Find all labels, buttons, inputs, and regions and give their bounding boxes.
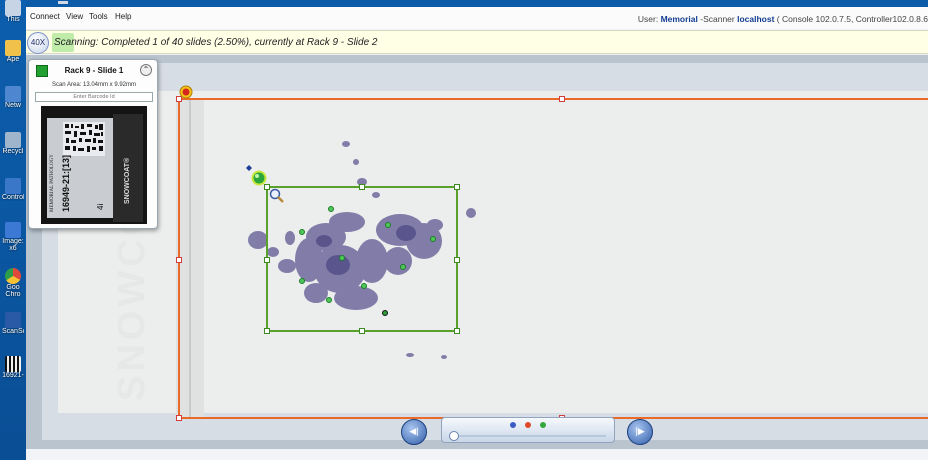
focus-point[interactable]: [430, 236, 436, 242]
scan-area-handle-w[interactable]: [176, 257, 182, 263]
nav-dot-blue[interactable]: [510, 422, 516, 428]
network-icon: [5, 86, 21, 102]
desktop-icon-label: Ape: [6, 56, 20, 63]
slide-navigator[interactable]: [441, 417, 615, 443]
menu-connect[interactable]: Connect: [30, 12, 60, 21]
slide-status-indicator: [36, 65, 48, 77]
focus-point[interactable]: [299, 278, 305, 284]
title-bar: [26, 0, 928, 7]
menu-bar: Connect View Tools Help User: Memorial -…: [26, 7, 928, 29]
label-2d-barcode: [63, 122, 105, 156]
slide-label-image: MEMORIAL PATHOLOGY 16949-21:[13] 4i SNOW…: [41, 106, 147, 224]
menu-view[interactable]: View: [66, 12, 83, 21]
roi-handle-ne[interactable]: [454, 184, 460, 190]
desktop-icon-scansc[interactable]: ScanSc: [2, 312, 24, 335]
previous-slide-button[interactable]: ◀|: [401, 419, 427, 445]
desktop-icon-chrome[interactable]: Goo Chro: [2, 268, 24, 298]
control-panel-icon: [5, 178, 21, 194]
scan-status-message: Scanning: Completed 1 of 40 slides (2.50…: [54, 37, 378, 48]
desktop-icon-label: ScanSc: [2, 328, 24, 335]
roi-handle-e[interactable]: [454, 257, 460, 263]
desktop-icon-network[interactable]: Netw: [2, 86, 24, 109]
magnifier-handle: [277, 196, 284, 203]
roi-handle-w[interactable]: [264, 257, 270, 263]
roi-anchor-ball: [251, 170, 267, 186]
connection-info: User: Memorial -Scanner localhost ( Cons…: [638, 14, 928, 24]
console-version: ( Console 102.0.7.5,: [774, 14, 856, 24]
desktop-icon-label: Image:: [2, 238, 24, 245]
roi-anchor-diamond: [246, 165, 252, 171]
label-brand: SNOWCOAT®: [123, 157, 131, 204]
bottom-status-strip: [26, 449, 928, 460]
focus-point[interactable]: [400, 264, 406, 270]
slide-info-card: Rack 9 - Slide 1 ⌃ Scan Area: 13.04mm x …: [28, 59, 158, 229]
desktop-icon-label: Control: [2, 194, 24, 201]
roi-handle-sw[interactable]: [264, 328, 270, 334]
desktop-icon-label: Netw: [5, 102, 21, 109]
focus-point[interactable]: [326, 297, 332, 303]
desktop-icon-file[interactable]: 16921-: [2, 356, 24, 379]
label-line-1: MEMORIAL PATHOLOGY: [50, 154, 55, 212]
desktop-icon-ape[interactable]: Ape: [2, 40, 24, 63]
roi-handle-s[interactable]: [359, 328, 365, 334]
user-prefix: User:: [637, 14, 661, 24]
desktop-icon-label: Recycl: [2, 148, 24, 155]
chrome-icon: [5, 268, 21, 284]
magnifier-icon[interactable]: [268, 187, 286, 205]
roi-handle-se[interactable]: [454, 328, 460, 334]
desktop-strip: This Ape Netw Recycl Control Image: x6 G…: [0, 0, 26, 460]
desktop-icon-label: Goo: [6, 284, 20, 291]
slide-slider-track[interactable]: [456, 435, 606, 437]
scanner-app-window: Connect View Tools Help User: Memorial -…: [26, 0, 928, 460]
slide-viewer[interactable]: SNOWCO: [26, 55, 928, 460]
scan-area-dimensions: Scan Area: 13.04mm x 9.92mm: [51, 82, 137, 88]
origin-marker-icon[interactable]: [178, 84, 194, 100]
focus-point[interactable]: [361, 283, 367, 289]
recycle-bin-icon: [5, 132, 21, 148]
nav-dot-green[interactable]: [540, 422, 546, 428]
focus-point[interactable]: [385, 222, 391, 228]
menu-tools[interactable]: Tools: [89, 12, 108, 21]
slide-label-photo: MEMORIAL PATHOLOGY 16949-21:[13] 4i SNOW…: [41, 106, 147, 224]
roi-handle-n[interactable]: [359, 184, 365, 190]
focus-point[interactable]: [328, 206, 334, 212]
desktop-icon-image[interactable]: Image: x6: [2, 222, 24, 252]
label-line-2: 16949-21:[13]: [61, 155, 71, 212]
desktop-icon-recycle[interactable]: Recycl: [2, 132, 24, 155]
desktop-icon-label: x6: [9, 245, 17, 252]
desktop-icon-label: Chro: [5, 291, 21, 298]
desktop-icon-label: This: [6, 16, 20, 23]
nav-dot-red[interactable]: [525, 422, 531, 428]
title-bar-mark: [58, 1, 68, 4]
image-app-icon: [5, 222, 21, 238]
status-bar: 40X Scanning: Completed 1 of 40 slides (…: [26, 30, 928, 54]
focus-point-selected[interactable]: [382, 310, 388, 316]
focus-point[interactable]: [339, 255, 345, 261]
label-line-3: 4i: [96, 204, 105, 210]
scan-area-handle-n[interactable]: [559, 96, 565, 102]
collapse-icon[interactable]: ⌃: [140, 64, 152, 76]
menu-help[interactable]: Help: [115, 12, 131, 21]
desktop-icon-label: 16921-: [2, 372, 24, 379]
scan-area-handle-sw[interactable]: [176, 415, 182, 421]
barcode-input[interactable]: [35, 92, 153, 102]
qr-file-icon: [5, 356, 21, 372]
desktop-icon-this-pc[interactable]: This: [2, 0, 24, 23]
slide-slider-thumb[interactable]: [449, 431, 459, 441]
desktop-icon-control[interactable]: Control: [2, 178, 24, 201]
controller-version: Controller102.0.8.6: [855, 14, 928, 24]
computer-icon: [5, 0, 21, 16]
user-name: Memorial: [660, 14, 698, 24]
roi-anchor-highlight: [255, 174, 259, 178]
next-slide-button[interactable]: |▶: [627, 419, 653, 445]
focus-point[interactable]: [299, 229, 305, 235]
region-of-interest[interactable]: [264, 184, 460, 334]
magnification-badge[interactable]: 40X: [27, 32, 49, 54]
origin-marker-dot: [182, 88, 190, 96]
user-role: -Scanner: [697, 14, 738, 24]
host-name: localhost: [737, 14, 775, 24]
folder-icon: [5, 40, 21, 56]
scanner-app-icon: [5, 312, 21, 328]
slide-title: Rack 9 - Slide 1: [64, 66, 124, 75]
